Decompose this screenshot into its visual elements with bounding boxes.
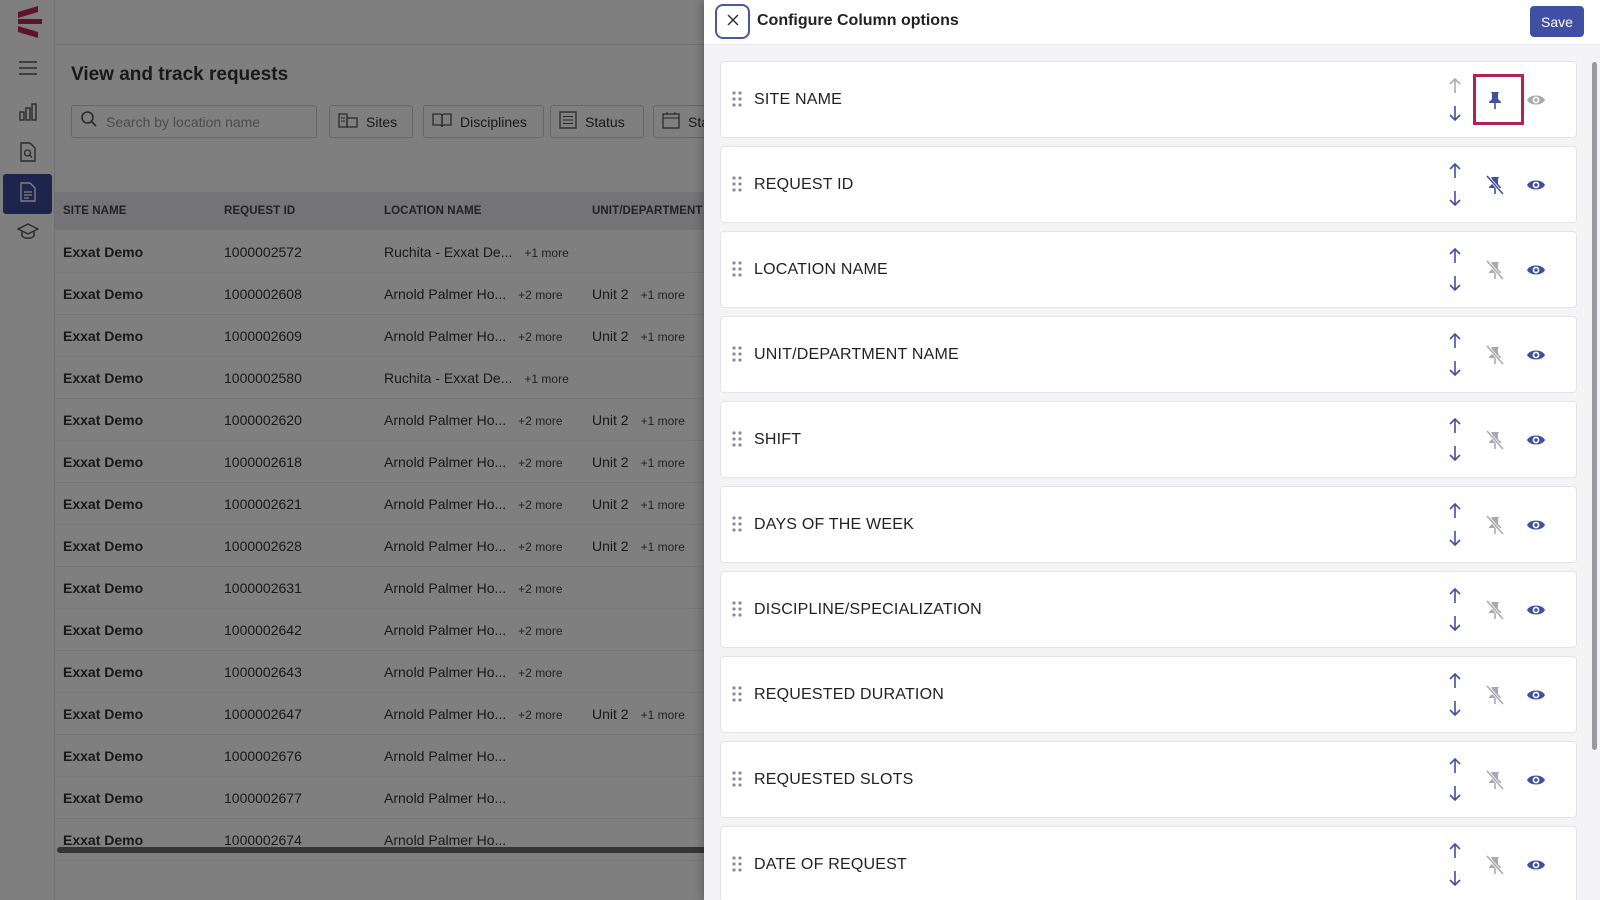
unpin-icon[interactable]	[1485, 260, 1505, 285]
drag-handle-icon[interactable]	[732, 91, 742, 112]
close-button[interactable]	[715, 4, 750, 39]
unpin-icon[interactable]	[1485, 175, 1505, 200]
drag-handle-icon[interactable]	[732, 176, 742, 197]
unpin-icon[interactable]	[1485, 855, 1505, 880]
move-down-icon[interactable]	[1448, 869, 1462, 892]
visibility-eye-icon[interactable]	[1526, 432, 1546, 453]
visibility-eye-icon[interactable]	[1526, 772, 1546, 793]
column-option-date-of-request: DATE OF REQUEST	[720, 826, 1577, 900]
drawer-title: Configure Column options	[757, 12, 959, 29]
drawer-header: Configure Column options Save	[704, 0, 1600, 45]
move-up-icon[interactable]	[1448, 672, 1462, 695]
column-option-label: DISCIPLINE/SPECIALIZATION	[754, 601, 982, 618]
column-option-label: UNIT/DEPARTMENT NAME	[754, 346, 959, 363]
column-option-label: DAYS OF THE WEEK	[754, 516, 914, 533]
visibility-eye-icon[interactable]	[1526, 517, 1546, 538]
visibility-eye-icon[interactable]	[1526, 177, 1546, 198]
drag-handle-icon[interactable]	[732, 601, 742, 622]
column-option-shift: SHIFT	[720, 401, 1577, 478]
visibility-eye-icon[interactable]	[1526, 92, 1546, 113]
move-up-icon[interactable]	[1448, 417, 1462, 440]
drag-handle-icon[interactable]	[732, 516, 742, 537]
move-down-icon[interactable]	[1448, 444, 1462, 467]
column-option-discipline-specialization: DISCIPLINE/SPECIALIZATION	[720, 571, 1577, 648]
configure-columns-drawer: Configure Column options Save SITE NAME R…	[704, 0, 1600, 900]
drag-handle-icon[interactable]	[732, 686, 742, 707]
move-down-icon[interactable]	[1448, 359, 1462, 382]
column-option-label: SHIFT	[754, 431, 802, 448]
move-up-icon[interactable]	[1448, 162, 1462, 185]
save-button[interactable]: Save	[1530, 6, 1584, 37]
drag-handle-icon[interactable]	[732, 856, 742, 877]
column-option-location-name: LOCATION NAME	[720, 231, 1577, 308]
column-option-label: LOCATION NAME	[754, 261, 888, 278]
move-up-icon[interactable]	[1448, 842, 1462, 865]
column-option-label: DATE OF REQUEST	[754, 856, 907, 873]
drag-handle-icon[interactable]	[732, 261, 742, 282]
move-down-icon[interactable]	[1448, 104, 1462, 127]
close-icon	[726, 13, 739, 31]
visibility-eye-icon[interactable]	[1526, 262, 1546, 283]
drag-handle-icon[interactable]	[732, 346, 742, 367]
move-up-icon[interactable]	[1448, 502, 1462, 525]
modal-backdrop[interactable]	[0, 0, 704, 900]
column-option-label: REQUESTED SLOTS	[754, 771, 914, 788]
column-option-requested-duration: REQUESTED DURATION	[720, 656, 1577, 733]
move-down-icon[interactable]	[1448, 189, 1462, 212]
move-down-icon[interactable]	[1448, 529, 1462, 552]
column-option-request-id: REQUEST ID	[720, 146, 1577, 223]
move-down-icon[interactable]	[1448, 274, 1462, 297]
column-option-label: SITE NAME	[754, 91, 843, 108]
move-up-icon[interactable]	[1448, 587, 1462, 610]
visibility-eye-icon[interactable]	[1526, 602, 1546, 623]
move-up-icon[interactable]	[1448, 247, 1462, 270]
drag-handle-icon[interactable]	[732, 431, 742, 452]
unpin-icon[interactable]	[1485, 600, 1505, 625]
column-option-label: REQUESTED DURATION	[754, 686, 944, 703]
pin-icon[interactable]	[1486, 90, 1504, 115]
column-option-requested-slots: REQUESTED SLOTS	[720, 741, 1577, 818]
column-option-site-name: SITE NAME	[720, 61, 1577, 138]
move-down-icon[interactable]	[1448, 614, 1462, 637]
drag-handle-icon[interactable]	[732, 771, 742, 792]
vertical-scrollbar[interactable]	[1592, 62, 1597, 750]
column-option-label: REQUEST ID	[754, 176, 854, 193]
unpin-icon[interactable]	[1485, 515, 1505, 540]
unpin-icon[interactable]	[1485, 345, 1505, 370]
visibility-eye-icon[interactable]	[1526, 687, 1546, 708]
move-down-icon[interactable]	[1448, 699, 1462, 722]
unpin-icon[interactable]	[1485, 770, 1505, 795]
unpin-icon[interactable]	[1485, 430, 1505, 455]
move-up-icon[interactable]	[1448, 332, 1462, 355]
column-option-unit-department-name: UNIT/DEPARTMENT NAME	[720, 316, 1577, 393]
move-down-icon[interactable]	[1448, 784, 1462, 807]
move-up-icon[interactable]	[1448, 77, 1462, 100]
move-up-icon[interactable]	[1448, 757, 1462, 780]
visibility-eye-icon[interactable]	[1526, 857, 1546, 878]
visibility-eye-icon[interactable]	[1526, 347, 1546, 368]
unpin-icon[interactable]	[1485, 685, 1505, 710]
column-option-days-of-the-week: DAYS OF THE WEEK	[720, 486, 1577, 563]
